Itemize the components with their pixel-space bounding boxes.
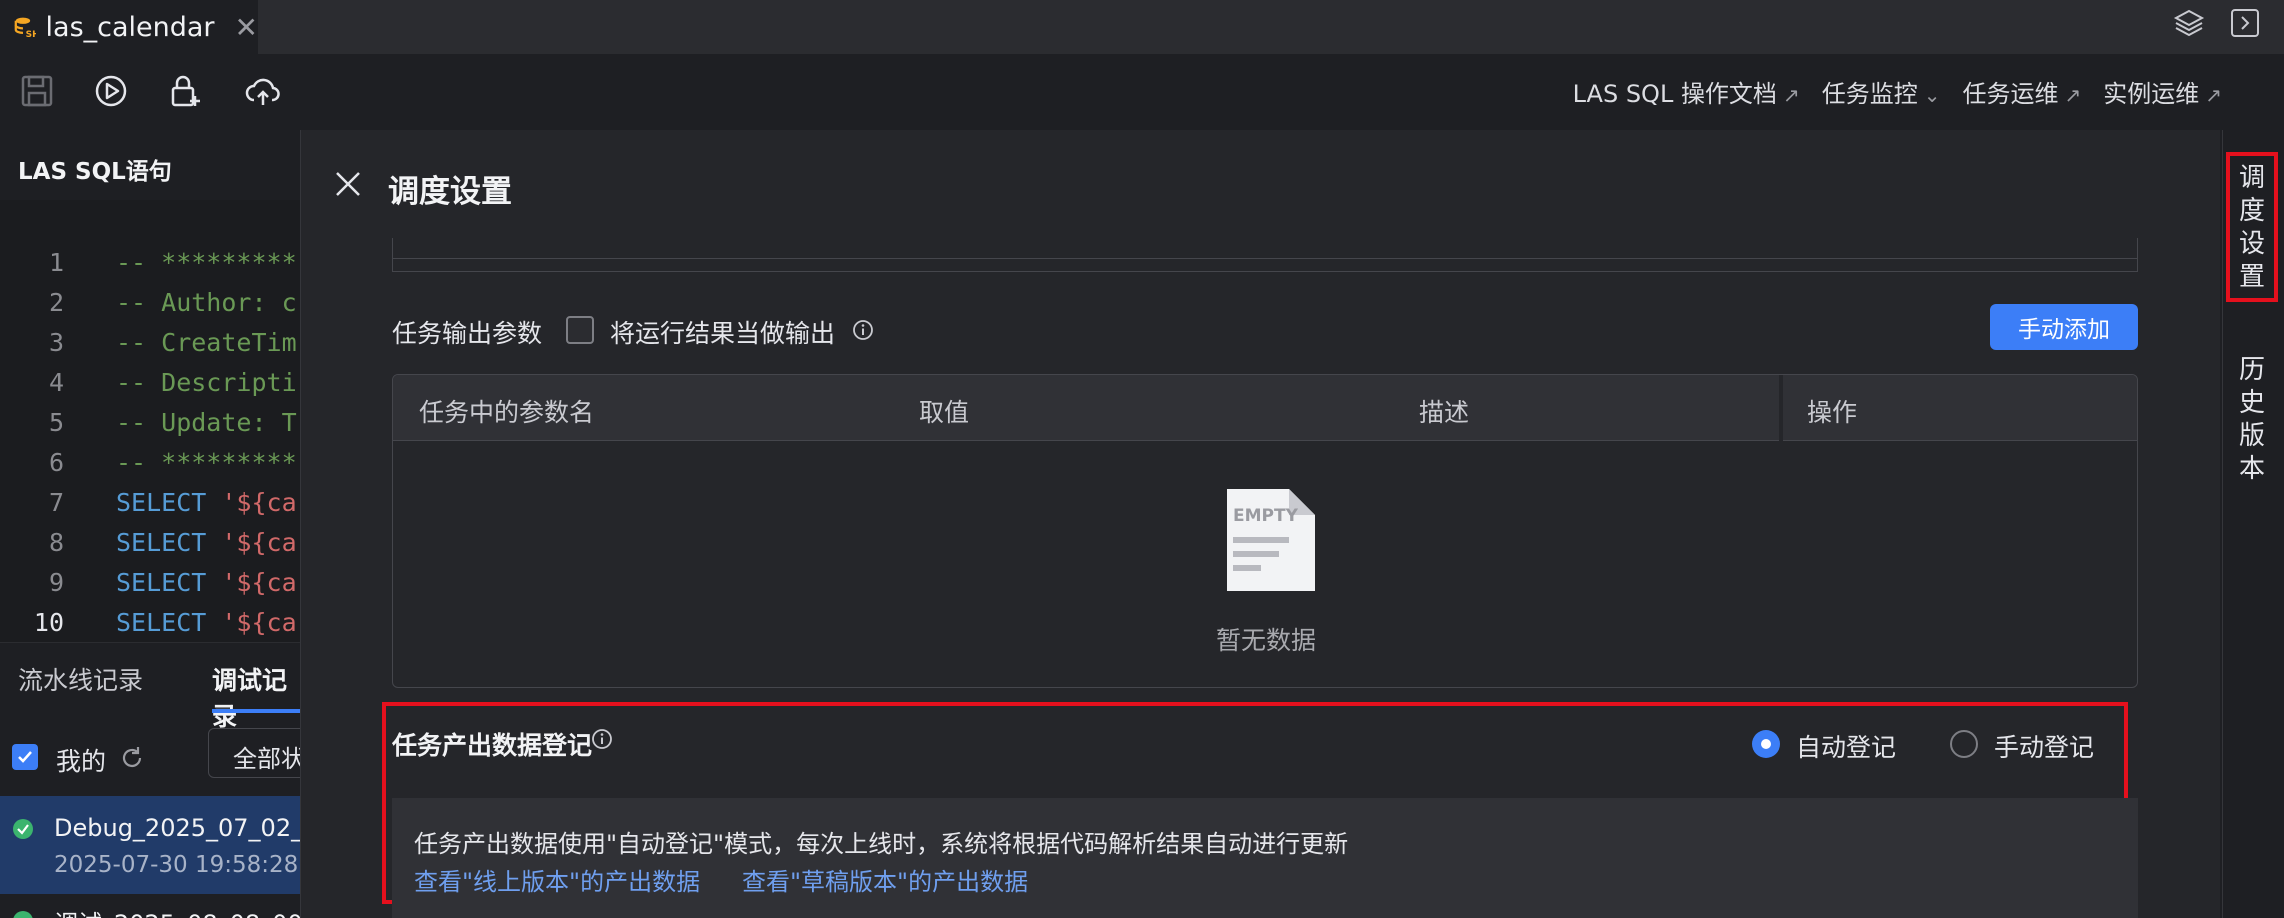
line-number: 4 [48, 368, 64, 397]
code-line: -- CreateTim [116, 328, 297, 357]
code-line: SELECT '${ca [116, 488, 297, 517]
code-line: -- Author: c [116, 288, 297, 317]
task-ops-link[interactable]: 任务运维 ↗ [1962, 74, 2081, 109]
sql-keyword: SELECT [116, 528, 222, 557]
code-editor[interactable]: 1 2 3 4 5 6 7 8 9 10 -- ********* -- Aut… [0, 200, 300, 642]
line-number: 6 [48, 448, 64, 477]
file-tab[interactable]: SH las_calendar ✕ [0, 0, 258, 54]
line-number: 9 [48, 568, 64, 597]
external-link-icon: ↗ [2064, 82, 2082, 107]
line-number: 7 [48, 488, 64, 517]
code-line: -- Update: T [116, 408, 297, 437]
table-header: 任务中的参数名 取值 描述 操作 [393, 375, 2137, 441]
line-number: 10 [33, 608, 64, 637]
rail-top [2222, 54, 2284, 130]
doc-link[interactable]: LAS SQL 操作文档 ↗ [1573, 74, 1800, 109]
mine-label: 我的 [56, 747, 107, 776]
check-icon [18, 751, 32, 763]
empty-document-icon: EMPTY [1227, 489, 1315, 591]
data-registration-label: 任务产出数据登记 [392, 731, 593, 760]
column-header: 任务中的参数名 [419, 398, 595, 427]
tab-bar [0, 0, 2284, 54]
line-number: 2 [48, 288, 64, 317]
line-number: 1 [48, 248, 64, 277]
external-link-icon: ↗ [2205, 82, 2222, 107]
chevron-down-icon: ⌄ [1923, 82, 1941, 107]
close-tab-icon[interactable]: ✕ [235, 11, 258, 44]
cloud-upload-icon[interactable] [244, 72, 282, 110]
line-number: 5 [48, 408, 64, 437]
file-tab-title: las_calendar [45, 11, 215, 43]
highlight-box [2226, 152, 2278, 302]
manual-register-label[interactable]: 手动登记 [1994, 728, 2094, 764]
divider [392, 258, 2138, 259]
empty-state-text: 暂无数据 [1215, 626, 1316, 655]
sql-keyword: SELECT [116, 608, 222, 637]
toolbar-links: LAS SQL 操作文档 ↗ 任务监控 ⌄ 任务运维 ↗ 实例运维 ↗ [1573, 72, 2222, 110]
sql-keyword: SELECT [116, 568, 222, 597]
mine-checkbox[interactable] [12, 744, 38, 770]
debug-run-item[interactable]: Debug_2025_07_02_0 2025-07-30 19:58:28 [0, 796, 318, 894]
code-line: SELECT '${ca [116, 608, 297, 637]
run-name: 调试_2025_08_08_00 [54, 904, 300, 918]
line-number: 3 [48, 328, 64, 357]
output-params-label: 任务输出参数 [392, 319, 543, 348]
info-icon[interactable] [591, 728, 613, 750]
column-header: 描述 [1419, 398, 1470, 427]
layers-icon[interactable] [2172, 6, 2206, 40]
sql-string: '${ca [221, 488, 297, 517]
sql-string: '${ca [221, 568, 297, 597]
external-link-icon: ↗ [1782, 82, 1800, 107]
column-header: 取值 [919, 398, 970, 427]
sql-string: '${ca [221, 528, 297, 557]
output-params-table: 任务中的参数名 取值 描述 操作 EMPTY 暂无数据 [392, 374, 2138, 688]
info-icon[interactable] [852, 319, 874, 341]
result-as-output-label: 将运行结果当做输出 [610, 319, 836, 348]
run-icon[interactable] [92, 72, 130, 110]
rail-item-history-versions[interactable]: 历史版本 [2232, 354, 2272, 486]
code-line: -- ********* [116, 448, 297, 477]
active-tab-indicator [212, 709, 300, 713]
run-name: Debug_2025_07_02_0 [54, 814, 319, 842]
manual-add-button[interactable]: 手动添加 [1990, 304, 2138, 350]
auto-register-radio[interactable] [1752, 730, 1780, 758]
column-header: 操作 [1807, 398, 1858, 427]
code-line: -- Descripti [116, 368, 297, 397]
editor-title: LAS SQL语句 [18, 159, 172, 185]
drawer-title: 调度设置 [388, 174, 512, 210]
save-icon[interactable] [18, 72, 56, 110]
svg-text:SH: SH [26, 30, 36, 39]
success-icon [13, 911, 33, 918]
database-sql-icon: SH [14, 17, 36, 39]
view-online-output-link[interactable]: 查看"线上版本"的产出数据 [414, 862, 700, 897]
previous-section-bottom [392, 238, 2138, 272]
expand-panel-icon[interactable] [2228, 6, 2262, 40]
registration-note: 任务产出数据使用"自动登记"模式，每次上线时，系统将根据代码解析结果自动进行更新 [414, 830, 1349, 858]
debug-run-item[interactable]: 调试_2025_08_08_00 [0, 896, 300, 918]
success-icon [13, 819, 33, 839]
empty-badge-text: EMPTY [1233, 506, 1299, 526]
auto-register-label[interactable]: 自动登记 [1796, 728, 1896, 764]
instance-ops-link[interactable]: 实例运维 ↗ [2103, 74, 2222, 109]
code-line: SELECT '${ca [116, 568, 297, 597]
code-line: SELECT '${ca [116, 528, 297, 557]
lock-add-icon[interactable] [166, 72, 204, 110]
run-time: 2025-07-30 19:58:28 [54, 852, 299, 878]
refresh-icon[interactable] [118, 744, 146, 772]
column-divider [1779, 375, 1783, 441]
result-as-output-checkbox[interactable] [566, 316, 594, 344]
filter-row: 我的 全部状 [0, 722, 328, 792]
tab-pipeline-records[interactable]: 流水线记录 [18, 661, 143, 697]
radio-dot [1761, 739, 1771, 749]
manual-register-radio[interactable] [1950, 730, 1978, 758]
record-tabs: 流水线记录 调试记录 [0, 642, 300, 731]
task-monitor-dropdown[interactable]: 任务监控 ⌄ [1822, 74, 1941, 109]
view-draft-output-link[interactable]: 查看"草稿版本"的产出数据 [742, 862, 1028, 897]
close-icon[interactable] [332, 168, 364, 200]
sql-keyword: SELECT [116, 488, 222, 517]
code-line: -- ********* [116, 248, 297, 277]
sql-string: '${ca [221, 608, 297, 637]
line-number: 8 [48, 528, 64, 557]
